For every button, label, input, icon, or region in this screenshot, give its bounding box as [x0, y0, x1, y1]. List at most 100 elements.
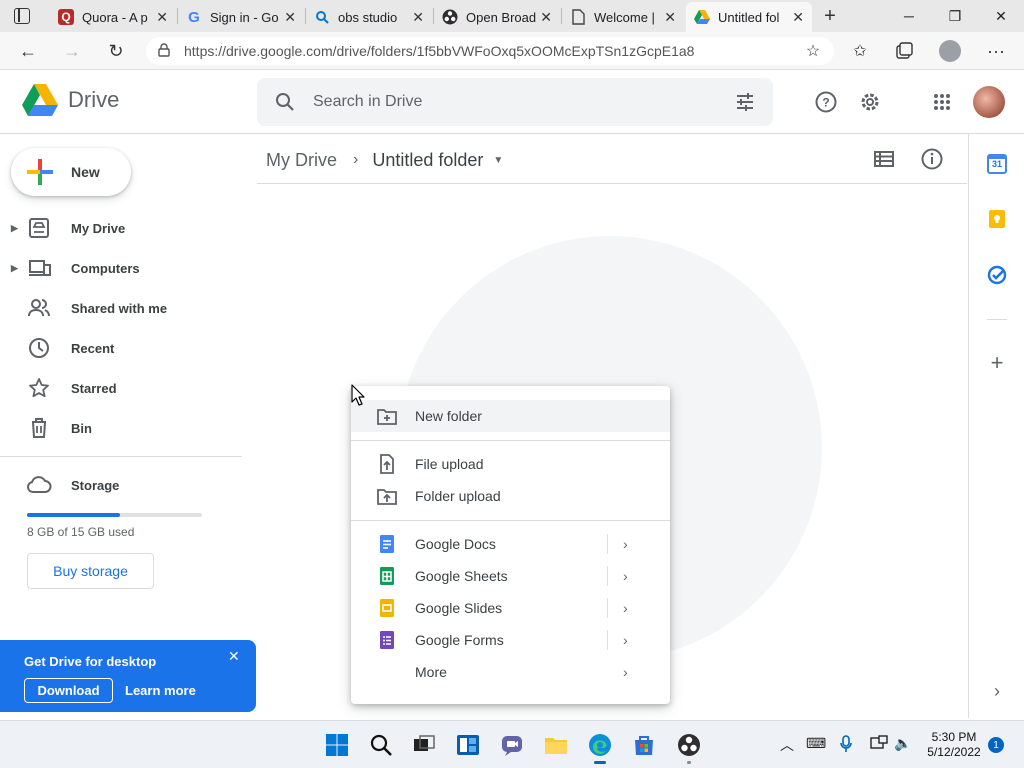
menu-item-separator: [607, 630, 608, 650]
lock-icon[interactable]: [158, 42, 170, 60]
browser-tab-obs[interactable]: Open Broad ✕: [434, 2, 560, 32]
sidebar-item-bin[interactable]: Bin: [0, 412, 250, 444]
list-view-icon[interactable]: [874, 151, 894, 167]
volume-icon[interactable]: 🔈: [894, 735, 911, 752]
search-bar[interactable]: [257, 78, 773, 126]
expand-caret-icon[interactable]: ▶: [11, 263, 18, 274]
chevron-right-icon[interactable]: ›: [987, 682, 1007, 702]
running-app-indicator: [687, 761, 691, 764]
close-icon[interactable]: ✕: [284, 9, 296, 26]
file-upload-icon: [380, 454, 394, 474]
add-addon-icon[interactable]: +: [987, 352, 1007, 374]
menu-item-file-upload[interactable]: File upload: [351, 448, 670, 480]
notification-badge[interactable]: 1: [988, 737, 1004, 753]
chevron-right-icon: ›: [623, 536, 628, 552]
star-icon: [29, 378, 49, 398]
menu-item-google-docs[interactable]: Google Docs ›: [351, 528, 670, 560]
close-icon[interactable]: ✕: [792, 9, 804, 26]
tab-actions-icon[interactable]: [14, 8, 30, 24]
microsoft-store-icon[interactable]: [632, 733, 656, 757]
menu-item-new-folder[interactable]: New folder: [351, 400, 670, 432]
profile-icon[interactable]: [935, 36, 965, 66]
close-icon[interactable]: ✕: [664, 9, 676, 26]
search-options-icon[interactable]: [735, 92, 755, 112]
microphone-icon[interactable]: [840, 735, 852, 756]
caret-down-icon[interactable]: ▼: [493, 155, 503, 166]
buy-storage-button[interactable]: Buy storage: [27, 553, 154, 589]
drive-logo[interactable]: Drive: [22, 84, 119, 116]
close-icon[interactable]: ✕: [412, 9, 424, 26]
edge-browser-icon[interactable]: [588, 733, 612, 764]
mouse-cursor-icon: [351, 384, 365, 406]
keep-icon[interactable]: [987, 209, 1007, 229]
search-icon[interactable]: [369, 733, 393, 757]
system-clock[interactable]: 5:30 PM 5/12/2022: [922, 730, 986, 760]
settings-gear-icon[interactable]: [854, 86, 886, 118]
tasks-icon[interactable]: [987, 265, 1007, 285]
task-view-icon[interactable]: [412, 733, 436, 757]
calendar-icon[interactable]: 31: [987, 154, 1007, 174]
address-bar[interactable]: https://drive.google.com/drive/folders/1…: [146, 37, 834, 65]
browser-tab-google-signin[interactable]: G Sign in - Go ✕: [178, 2, 304, 32]
refresh-button[interactable]: ↻: [101, 36, 131, 66]
keyboard-icon[interactable]: ⌨: [806, 735, 826, 752]
menu-divider: [351, 440, 670, 441]
obs-icon[interactable]: [677, 733, 701, 764]
menu-item-more[interactable]: More ›: [351, 656, 670, 688]
search-input[interactable]: [313, 93, 713, 111]
sidebar-item-computers[interactable]: ▶ Computers: [0, 252, 250, 284]
expand-caret-icon[interactable]: ▶: [11, 223, 18, 234]
teams-chat-icon[interactable]: [500, 733, 524, 757]
sidebar-item-shared-with-me[interactable]: Shared with me: [0, 292, 250, 324]
tab-title: obs studio: [338, 9, 398, 25]
collections-icon[interactable]: [889, 36, 919, 66]
sidebar-item-storage[interactable]: Storage: [0, 472, 250, 498]
breadcrumb-my-drive[interactable]: My Drive: [266, 150, 337, 171]
browser-tab-welcome[interactable]: Welcome | ✕: [562, 2, 684, 32]
new-button[interactable]: New: [11, 148, 131, 196]
help-icon[interactable]: ?: [810, 86, 842, 118]
minimize-button[interactable]: ─: [886, 0, 932, 32]
menu-item-google-slides[interactable]: Google Slides ›: [351, 592, 670, 624]
chevron-right-icon: ›: [623, 632, 628, 648]
forward-button[interactable]: →: [57, 36, 87, 66]
sidebar-divider: [0, 456, 242, 457]
sidebar-item-recent[interactable]: Recent: [0, 332, 250, 364]
new-folder-icon: [377, 409, 397, 425]
search-icon[interactable]: [275, 92, 295, 112]
apps-grid-icon[interactable]: [926, 86, 958, 118]
breadcrumb-current-folder[interactable]: Untitled folder: [372, 150, 483, 171]
favorites-icon[interactable]: ✩: [845, 36, 875, 66]
window-close-button[interactable]: ✕: [978, 0, 1024, 32]
chevron-up-icon[interactable]: ︿: [780, 735, 794, 755]
back-button[interactable]: ←: [13, 36, 43, 66]
sidebar-item-label: Shared with me: [71, 300, 168, 316]
sidebar-item-my-drive[interactable]: ▶ My Drive: [0, 212, 250, 244]
calendar-day: 31: [991, 159, 1002, 169]
menu-item-google-sheets[interactable]: Google Sheets ›: [351, 560, 670, 592]
browser-tab-quora[interactable]: Q Quora - A p ✕: [50, 2, 176, 32]
widgets-icon[interactable]: [456, 733, 480, 757]
more-options-icon[interactable]: ···: [981, 36, 1011, 66]
menu-item-google-forms[interactable]: Google Forms ›: [351, 624, 670, 656]
browser-tab-drive-active[interactable]: Untitled fol ✕: [686, 2, 812, 32]
info-icon[interactable]: [921, 148, 943, 170]
add-favorite-icon[interactable]: ☆: [798, 36, 828, 66]
close-icon[interactable]: ✕: [156, 9, 168, 26]
menu-item-label: Google Sheets: [415, 568, 508, 584]
network-icon[interactable]: [870, 735, 888, 754]
desktop-promo-banner: Get Drive for desktop ✕ Download Learn m…: [0, 640, 256, 712]
browser-tab-obs-search[interactable]: obs studio ✕: [306, 2, 432, 32]
windows-start-icon[interactable]: [325, 733, 349, 757]
restore-button[interactable]: ❐: [932, 0, 978, 32]
sidebar-item-starred[interactable]: Starred: [0, 372, 250, 404]
new-tab-button[interactable]: +: [818, 4, 842, 28]
close-icon[interactable]: ✕: [540, 9, 552, 26]
close-icon[interactable]: ✕: [228, 648, 240, 665]
account-avatar[interactable]: [973, 86, 1005, 118]
sidebar-item-label: My Drive: [71, 220, 126, 236]
learn-more-link[interactable]: Learn more: [125, 683, 196, 698]
file-explorer-icon[interactable]: [544, 733, 568, 757]
download-button[interactable]: Download: [24, 678, 113, 703]
menu-item-folder-upload[interactable]: Folder upload: [351, 480, 670, 512]
